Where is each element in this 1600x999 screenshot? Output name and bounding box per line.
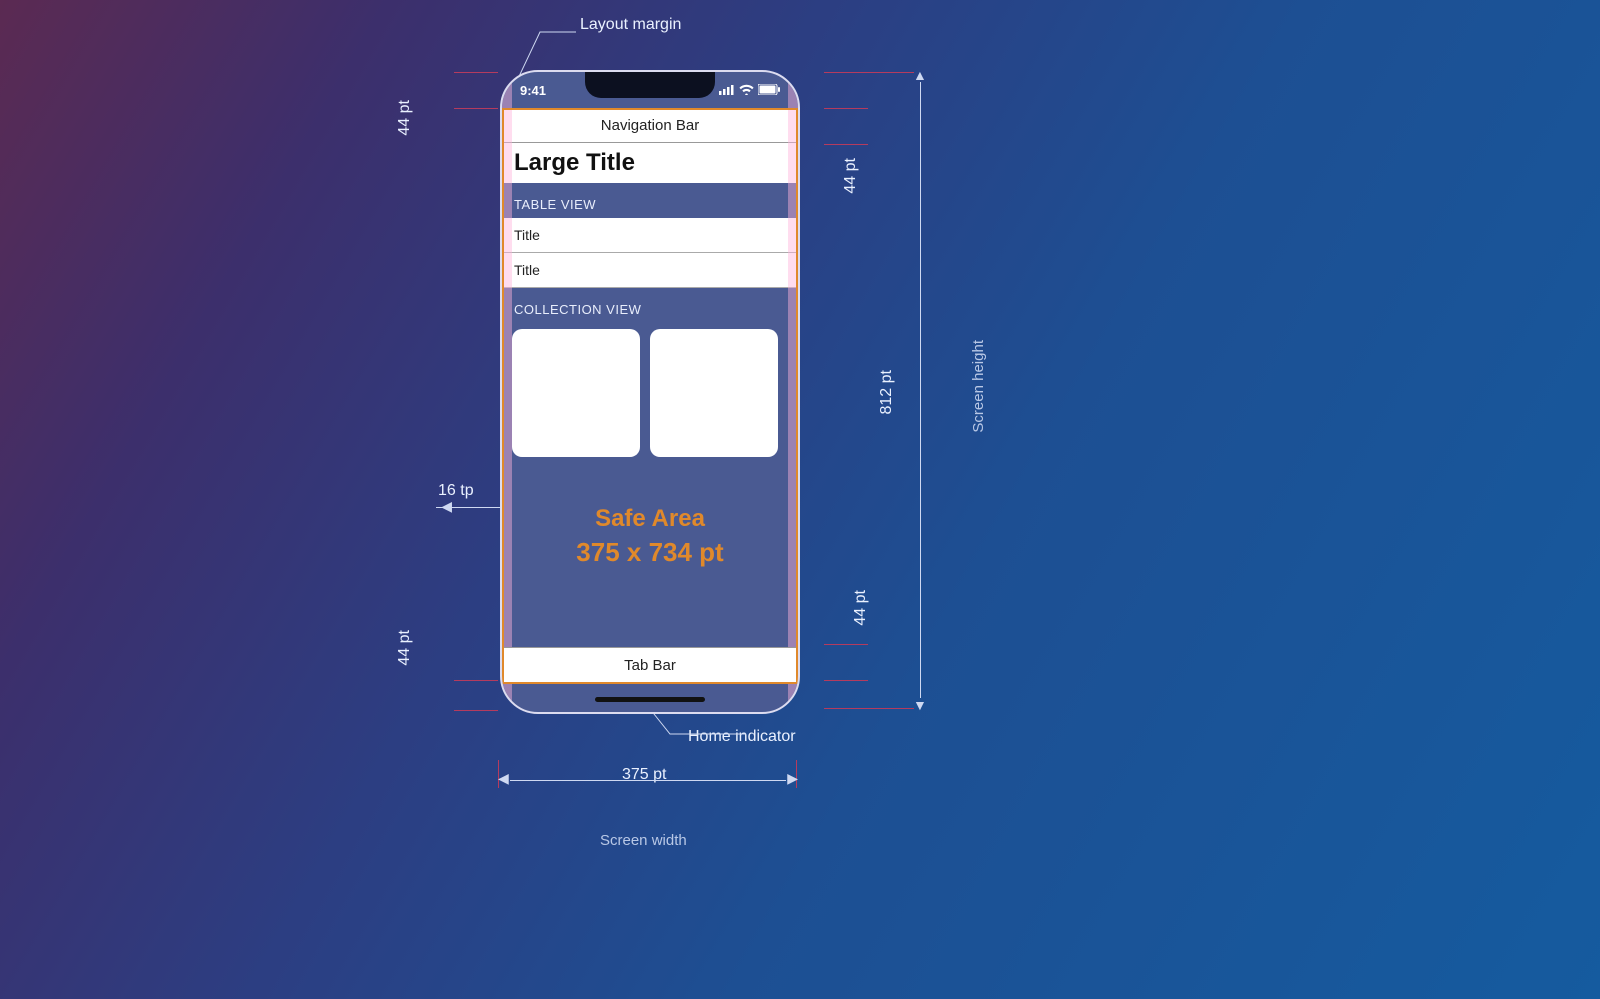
screen-height-label: Screen height	[970, 340, 987, 433]
safe-area-title: Safe Area	[502, 503, 798, 535]
battery-icon	[758, 83, 780, 98]
tick-line	[454, 710, 498, 711]
large-title: Large Title	[502, 143, 798, 183]
tick-line	[454, 680, 498, 681]
collection-item	[512, 329, 640, 457]
phone-frame: 9:41 Navigation Bar Large Title TABLE VI…	[500, 70, 800, 714]
tick-line	[824, 644, 868, 645]
status-time: 9:41	[520, 83, 546, 98]
dim-statusbar-44pt: 44 pt	[396, 100, 414, 136]
large-title-text: Large Title	[514, 149, 635, 177]
tick-line	[824, 708, 914, 709]
tick-line	[824, 72, 914, 73]
table-row: Title	[502, 253, 798, 288]
screen-width-label: Screen width	[600, 832, 687, 849]
table-view-header: TABLE VIEW	[502, 183, 798, 218]
tab-bar-label: Tab Bar	[624, 657, 676, 674]
tick-line	[824, 680, 868, 681]
dim-navbar-44pt: 44 pt	[842, 158, 860, 194]
safe-area-dims: 375 x 734 pt	[502, 535, 798, 570]
dim-arrow-margin: ▶ ◀	[430, 498, 510, 518]
table-row-title: Title	[514, 227, 540, 243]
tick-line	[454, 72, 498, 73]
signal-icon	[719, 83, 735, 98]
dim-height-812pt: 812 pt	[878, 370, 896, 414]
dim-homeind-44pt: 44 pt	[396, 630, 414, 666]
layout-margin-left	[502, 72, 512, 712]
collection-view-header: COLLECTION VIEW	[502, 288, 798, 323]
collection-item	[650, 329, 778, 457]
home-indicator	[595, 697, 705, 702]
wifi-icon	[739, 83, 754, 98]
dim-arrow-width: ◀ ▶	[500, 766, 796, 796]
table-row: Title	[502, 218, 798, 253]
dim-arrow-height: ▲ ▼	[906, 72, 936, 708]
notch	[585, 70, 715, 98]
diagram-canvas: { "labels": { "layout_margin": "Layout m…	[0, 0, 1600, 999]
navigation-bar: Navigation Bar	[502, 108, 798, 143]
navigation-bar-label: Navigation Bar	[601, 117, 699, 134]
layout-margin-right	[788, 72, 798, 712]
tab-bar: Tab Bar	[502, 647, 798, 682]
tick-line	[824, 108, 868, 109]
tick-line	[454, 108, 498, 109]
dim-tabbar-44pt: 44 pt	[852, 590, 870, 626]
collection-view	[502, 323, 798, 463]
safe-area-label: Safe Area 375 x 734 pt	[502, 503, 798, 570]
tick-line	[824, 144, 868, 145]
table-row-title: Title	[514, 262, 540, 278]
